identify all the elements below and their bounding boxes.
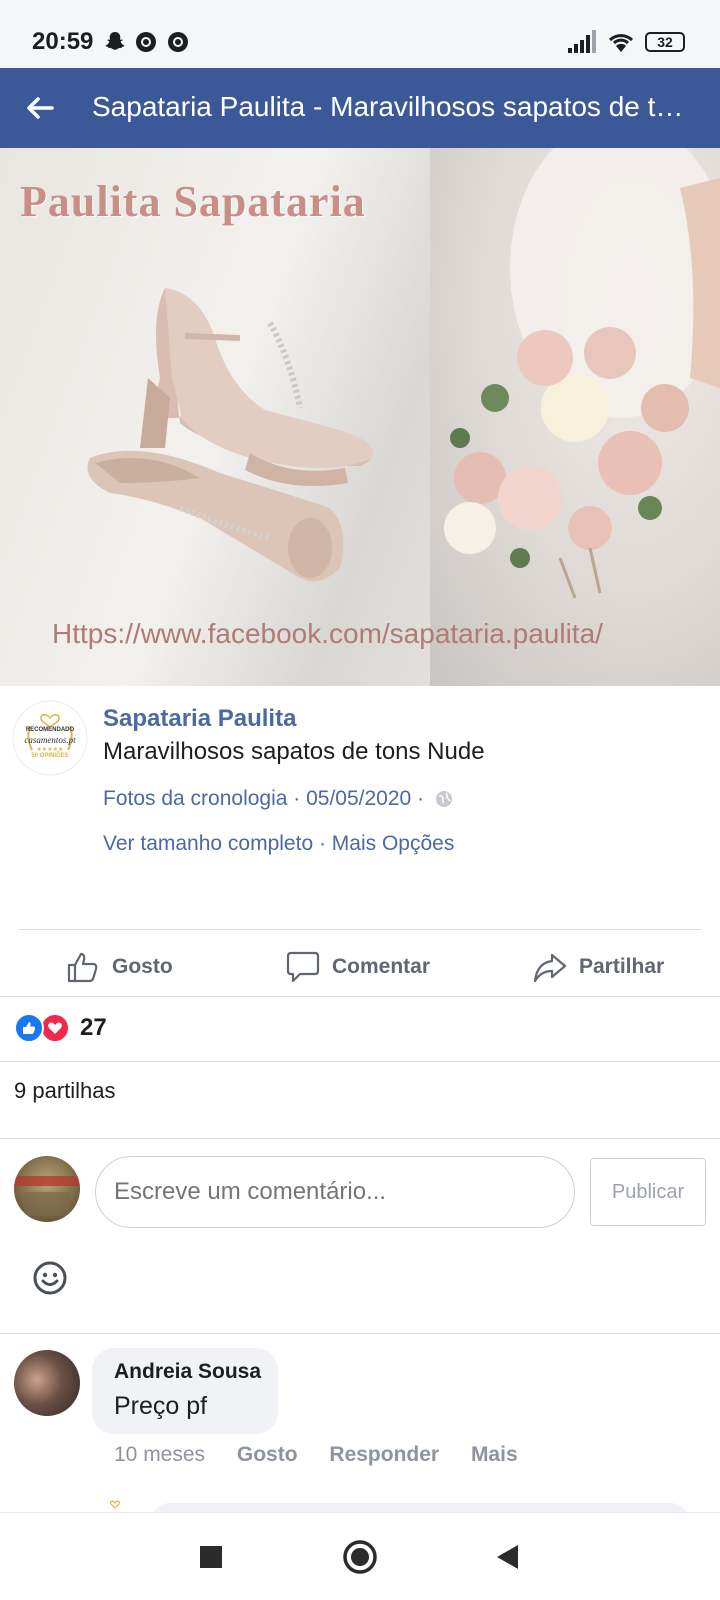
home-circle-icon[interactable] bbox=[342, 1537, 378, 1577]
comment-reply-button[interactable]: Responder bbox=[329, 1443, 439, 1466]
share-label: Partilhar bbox=[579, 955, 665, 978]
recents-square-icon[interactable] bbox=[199, 1537, 223, 1577]
chrome-icon bbox=[168, 32, 188, 52]
love-reaction-icon bbox=[40, 1013, 70, 1043]
battery-level: 32 bbox=[657, 34, 673, 50]
snapchat-icon bbox=[105, 32, 125, 50]
badge-line2: casamentos.pt bbox=[24, 735, 76, 745]
thumbs-up-icon bbox=[67, 952, 98, 983]
user-avatar bbox=[14, 1156, 80, 1222]
comment-input[interactable] bbox=[95, 1156, 575, 1228]
commenter-avatar[interactable] bbox=[14, 1350, 80, 1416]
badge-stars: ★★★★★ bbox=[36, 747, 64, 753]
photo-artwork bbox=[87, 148, 720, 599]
reaction-count: 27 bbox=[80, 1014, 107, 1041]
system-nav-bar bbox=[0, 1512, 720, 1600]
back-arrow-icon[interactable] bbox=[18, 86, 62, 130]
shares-count[interactable]: 9 partilhas bbox=[14, 1078, 116, 1104]
comment-icon bbox=[286, 951, 320, 983]
status-time: 20:59 bbox=[32, 28, 94, 55]
status-bar: 20:59 32 bbox=[0, 0, 720, 68]
share-button[interactable]: Partilhar bbox=[533, 945, 664, 989]
globe-icon bbox=[435, 791, 452, 808]
shoe-side-illustration bbox=[87, 450, 344, 582]
comment-button[interactable]: Comentar bbox=[286, 945, 430, 989]
like-label: Gosto bbox=[112, 955, 173, 978]
signal-icon bbox=[568, 30, 596, 53]
comment-text: Preço pf bbox=[114, 1392, 208, 1420]
publish-button[interactable]: Publicar bbox=[590, 1158, 706, 1226]
like-button[interactable]: Gosto bbox=[66, 945, 173, 989]
like-reaction-icon bbox=[14, 1013, 44, 1043]
divider bbox=[0, 1061, 720, 1062]
divider bbox=[18, 929, 702, 930]
comment-time: 10 meses bbox=[114, 1443, 206, 1466]
reactions-summary[interactable]: 27 bbox=[14, 1013, 107, 1043]
comment-author[interactable]: Andreia Sousa bbox=[114, 1360, 261, 1384]
post-caption: Maravilhosos sapatos de tons Nude bbox=[103, 738, 485, 765]
nude-shoe-illustration bbox=[140, 288, 374, 487]
app-bar: Sapataria Paulita - Maravilhosos sapatos… bbox=[0, 68, 720, 148]
divider bbox=[0, 1333, 720, 1334]
badge-line1: RECOMENDADO bbox=[25, 727, 75, 733]
divider bbox=[0, 996, 720, 997]
badge-line3: 50 OPINIÕES bbox=[31, 753, 69, 759]
post-links[interactable]: Ver tamanho completo · Mais Opções bbox=[103, 832, 454, 856]
back-triangle-icon[interactable] bbox=[494, 1537, 520, 1577]
photo-brand-text: Paulita Sapataria bbox=[20, 177, 366, 226]
comment-like-button[interactable]: Gosto bbox=[237, 1443, 298, 1466]
comment-more-button[interactable]: Mais bbox=[471, 1443, 518, 1466]
chrome-icon bbox=[136, 32, 156, 52]
battery-icon: 32 bbox=[645, 32, 685, 52]
post-author-name[interactable]: Sapataria Paulita bbox=[103, 705, 296, 733]
page-avatar[interactable]: RECOMENDADO casamentos.pt ★★★★★ 50 OPINI… bbox=[12, 700, 88, 776]
post-meta[interactable]: Fotos da cronologia · 05/05/2020 · bbox=[103, 787, 454, 811]
share-arrow-icon bbox=[533, 953, 567, 983]
emoji-smiley-icon[interactable] bbox=[32, 1260, 68, 1296]
post-photo[interactable]: Paulita Sapataria Https://www.facebook.c… bbox=[0, 148, 720, 686]
wifi-icon bbox=[608, 34, 634, 52]
page-title: Sapataria Paulita - Maravilhosos sapatos… bbox=[92, 91, 692, 122]
post-meta-text[interactable]: Fotos da cronologia · 05/05/2020 · bbox=[103, 787, 424, 810]
comment-actions: 10 meses Gosto Responder Mais bbox=[114, 1443, 544, 1467]
photo-url-text: Https://www.facebook.com/sapataria.pauli… bbox=[52, 618, 603, 649]
comment-label: Comentar bbox=[332, 955, 431, 978]
divider bbox=[0, 1138, 720, 1139]
